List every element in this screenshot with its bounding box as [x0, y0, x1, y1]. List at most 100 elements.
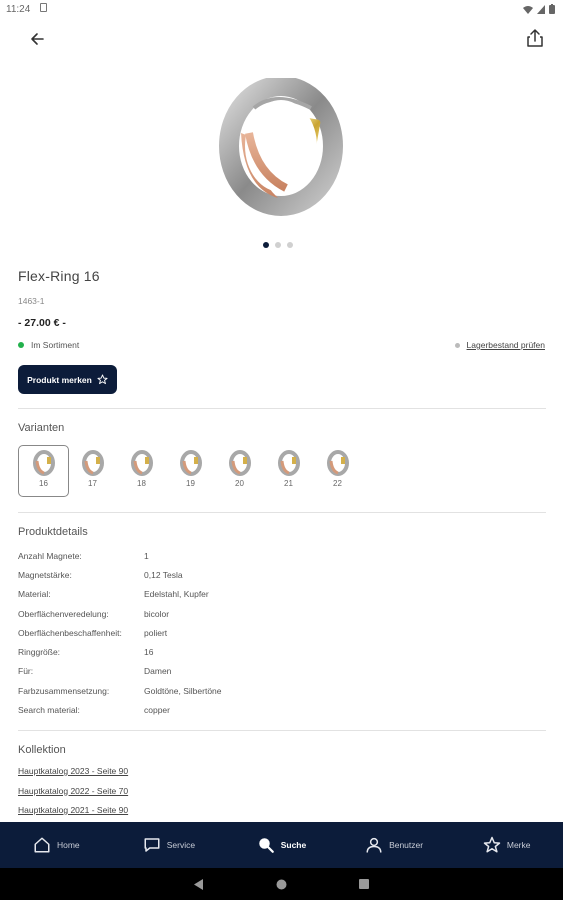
divider — [18, 408, 546, 409]
variant-item[interactable]: 16 — [18, 445, 69, 497]
battery-icon — [549, 4, 555, 14]
nav-item-benutzer[interactable]: Benutzer — [338, 822, 451, 868]
variant-item[interactable]: 19 — [165, 445, 216, 497]
variant-size-label: 19 — [186, 479, 195, 488]
add-to-watchlist-button[interactable]: Produkt merken — [18, 365, 117, 394]
detail-value: 1 — [144, 550, 149, 561]
variants-heading: Varianten — [18, 422, 65, 434]
system-navigation-bar — [0, 868, 563, 900]
add-to-watchlist-label: Produkt merken — [27, 374, 92, 385]
kollektion-heading: Kollektion — [18, 744, 66, 756]
wifi-icon — [523, 5, 533, 14]
detail-key: Oberflächenbeschaffenheit: — [18, 627, 122, 638]
detail-key: Ringgröße: — [18, 647, 61, 658]
share-button[interactable] — [524, 26, 546, 50]
star-outline-icon — [97, 374, 108, 385]
system-recents-button[interactable] — [359, 879, 369, 889]
variant-ring-image — [81, 450, 105, 476]
triangle-back-icon — [194, 878, 203, 890]
stock-dot-icon — [454, 342, 460, 348]
check-stock-link[interactable]: Lagerbestand prüfen — [454, 340, 545, 350]
search-icon — [257, 836, 275, 854]
carousel-dot[interactable] — [275, 242, 281, 248]
variant-size-label: 17 — [88, 479, 97, 488]
variant-ring-image — [130, 450, 154, 476]
detail-row: Farbzusammensetzung: Goldtöne, Silbertöne — [18, 681, 222, 700]
variant-item[interactable]: 20 — [214, 445, 265, 497]
variant-item[interactable]: 18 — [116, 445, 167, 497]
nav-item-label: Benutzer — [389, 840, 424, 850]
catalog-link[interactable]: Hauptkatalog 2021 - Seite 90 — [18, 804, 128, 824]
variant-size-label: 16 — [39, 479, 48, 488]
signal-icon — [537, 4, 545, 14]
detail-key: Magnetstärke: — [18, 569, 72, 580]
detail-key: Farbzusammensetzung: — [18, 685, 110, 696]
detail-value: poliert — [144, 627, 168, 638]
nav-item-merke[interactable]: Merke — [450, 822, 563, 868]
divider — [18, 730, 546, 731]
nav-item-service[interactable]: Service — [113, 822, 226, 868]
variant-list: 16 17 18 19 20 21 22 — [18, 445, 361, 497]
product-title: Flex-Ring 16 — [18, 268, 100, 284]
top-app-bar — [0, 22, 563, 54]
detail-key: Material: — [18, 589, 51, 600]
variant-ring-image — [228, 450, 252, 476]
system-home-button[interactable] — [276, 879, 287, 890]
check-stock-label[interactable]: Lagerbestand prüfen — [467, 340, 545, 350]
detail-row: Material: Edelstahl, Kupfer — [18, 585, 222, 604]
variant-item[interactable]: 22 — [312, 445, 363, 497]
detail-row: Oberflächenbeschaffenheit: poliert — [18, 623, 222, 642]
detail-key: Oberflächenveredelung: — [18, 608, 109, 619]
product-price: - 27.00 € - — [18, 317, 66, 329]
nav-item-label: Suche — [280, 840, 307, 850]
detail-value: Edelstahl, Kupfer — [144, 589, 209, 600]
home-icon — [33, 836, 51, 854]
in-stock-dot-icon — [18, 342, 24, 348]
kollektion-links: Hauptkatalog 2023 - Seite 90 Hauptkatalog… — [18, 765, 128, 824]
variant-ring-image — [326, 450, 350, 476]
detail-value: copper — [144, 705, 170, 716]
variant-size-label: 21 — [284, 479, 293, 488]
variant-item[interactable]: 17 — [67, 445, 118, 497]
detail-key: Search material: — [18, 705, 80, 716]
detail-value: Goldtöne, Silbertöne — [144, 685, 222, 696]
detail-key: Anzahl Magnete: — [18, 550, 82, 561]
product-details-table: Anzahl Magnete: 1 Magnetstärke: 0,12 Tesla M… — [18, 546, 222, 720]
carousel-dot[interactable] — [263, 242, 269, 248]
nav-item-label: Merke — [506, 840, 531, 850]
catalog-link[interactable]: Hauptkatalog 2022 - Seite 70 — [18, 785, 128, 805]
chat-bubble-icon — [143, 836, 161, 854]
nav-item-home[interactable]: Home — [0, 822, 113, 868]
status-icons — [523, 4, 555, 14]
back-button[interactable] — [26, 28, 48, 50]
detail-row: Ringgröße: 16 — [18, 642, 222, 661]
share-icon — [527, 29, 543, 47]
nav-item-suche[interactable]: Suche — [225, 822, 338, 868]
catalog-link[interactable]: Hauptkatalog 2023 - Seite 90 — [18, 765, 128, 785]
detail-value: 0,12 Tesla — [144, 569, 183, 580]
product-image[interactable] — [216, 78, 346, 218]
detail-key: Für: — [18, 666, 34, 677]
detail-row: Magnetstärke: 0,12 Tesla — [18, 565, 222, 584]
variant-size-label: 20 — [235, 479, 244, 488]
detail-value: bicolor — [144, 608, 170, 619]
variant-ring-image — [277, 450, 301, 476]
square-recents-icon — [359, 879, 369, 889]
star-icon — [483, 836, 501, 854]
circle-home-icon — [276, 879, 287, 889]
nav-item-label: Service — [166, 840, 196, 850]
variant-ring-image — [32, 450, 56, 476]
status-bar: 11:24 — [0, 0, 563, 20]
variant-ring-image — [179, 450, 203, 476]
availability-status: Im Sortiment — [18, 340, 79, 350]
detail-value: Damen — [144, 666, 172, 677]
detail-row: Für: Damen — [18, 662, 222, 681]
nav-item-label: Home — [56, 840, 80, 850]
sim-card-icon — [40, 3, 47, 12]
bottom-navigation: Home Service Suche Benutzer Merke — [0, 822, 563, 868]
system-back-button[interactable] — [194, 878, 204, 890]
variant-item[interactable]: 21 — [263, 445, 314, 497]
image-carousel-indicator — [263, 242, 293, 248]
product-details-heading: Produktdetails — [18, 526, 88, 538]
carousel-dot[interactable] — [287, 242, 293, 248]
